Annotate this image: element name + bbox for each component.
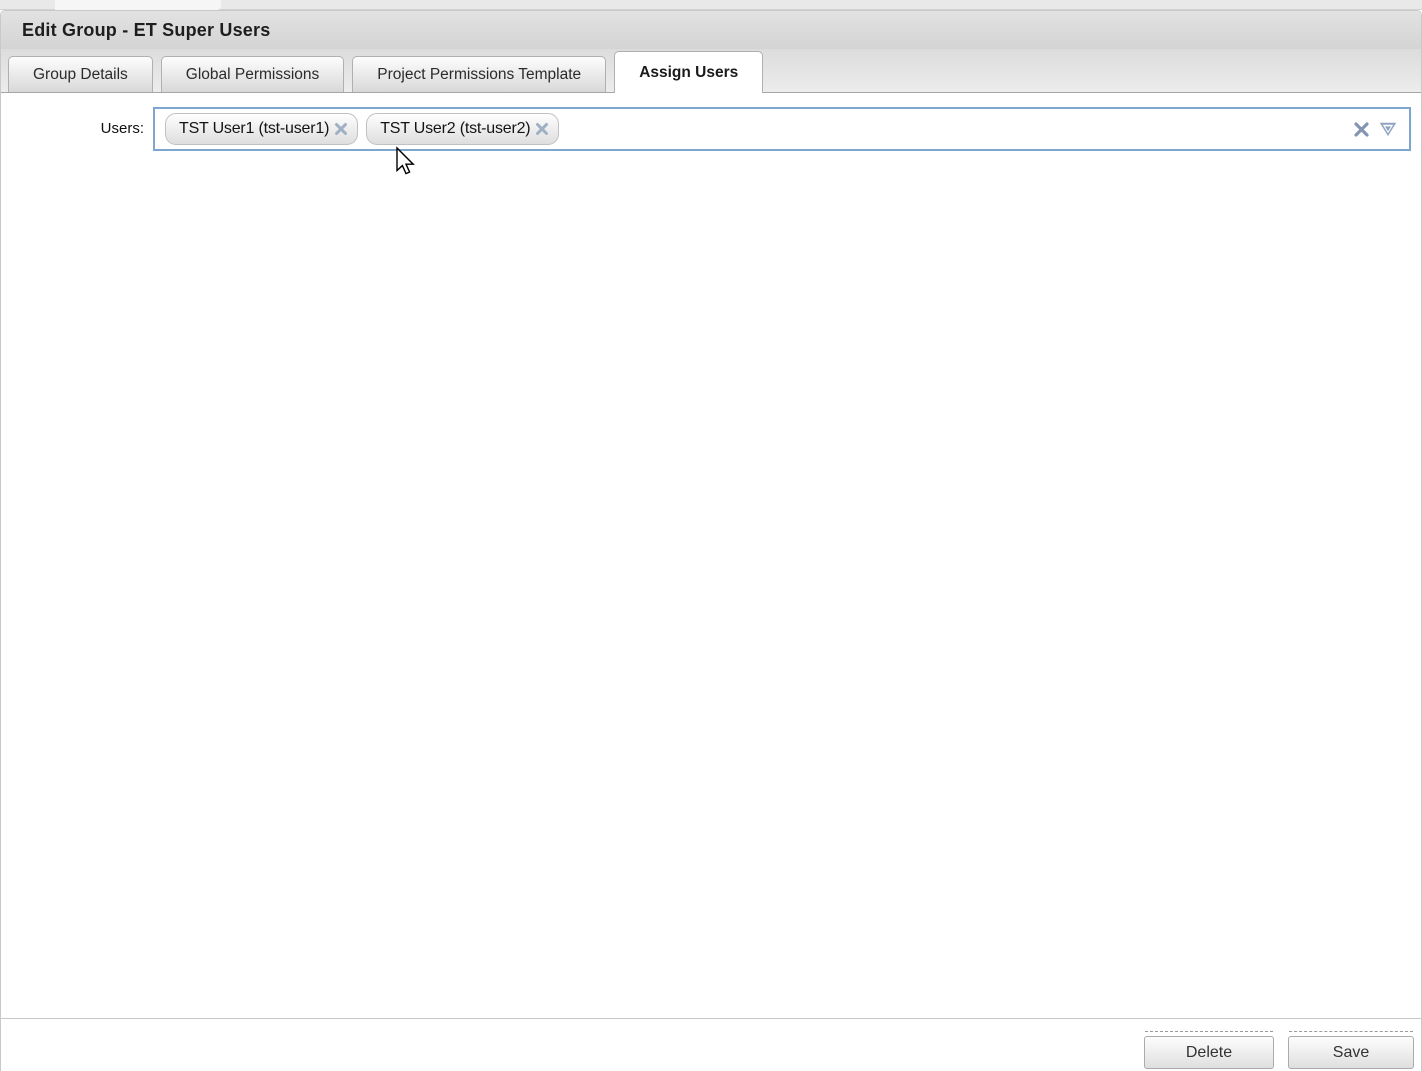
save-button[interactable]: Save <box>1288 1036 1414 1069</box>
dialog-footer-toolbar: Delete Save <box>1 1018 1421 1071</box>
delete-button-frame: Delete <box>1144 1036 1274 1069</box>
combo-text-input[interactable] <box>563 112 1353 146</box>
screen: Edit Group - ET Super Users Group Detail… <box>0 0 1422 1071</box>
tab-label: Project Permissions Template <box>377 66 581 84</box>
tab-global-permissions[interactable]: Global Permissions <box>161 56 345 92</box>
background-tab-fragment <box>55 0 221 10</box>
selected-user-tag: TST User1 (tst-user1) <box>165 113 358 145</box>
selected-user-tag: TST User2 (tst-user2) <box>366 113 559 145</box>
selected-user-tag-label: TST User1 (tst-user1) <box>179 120 329 138</box>
assign-users-panel: Users: TST User1 (tst-user1) TST User2 (… <box>1 93 1421 1018</box>
tag-remove-x-icon[interactable] <box>535 122 549 136</box>
delete-button[interactable]: Delete <box>1144 1036 1274 1069</box>
dialog-title: Edit Group - ET Super Users <box>22 20 270 41</box>
selected-user-tag-label: TST User2 (tst-user2) <box>380 120 530 138</box>
tab-label: Assign Users <box>639 64 738 82</box>
tab-bar: Group Details Global Permissions Project… <box>1 49 1421 93</box>
clear-x-icon[interactable] <box>1353 121 1370 138</box>
background-page-strip <box>0 0 1422 10</box>
dropdown-trigger-icon[interactable] <box>1379 122 1397 137</box>
tab-label: Group Details <box>33 66 128 84</box>
dialog-titlebar: Edit Group - ET Super Users <box>1 11 1421 49</box>
edit-group-dialog: Edit Group - ET Super Users Group Detail… <box>0 10 1422 1071</box>
tab-assign-users[interactable]: Assign Users <box>614 51 763 93</box>
users-field-label: Users: <box>1 107 144 137</box>
users-field-row: Users: TST User1 (tst-user1) TST User2 (… <box>1 93 1421 151</box>
tag-remove-x-icon[interactable] <box>334 122 348 136</box>
save-button-frame: Save <box>1288 1036 1414 1069</box>
tab-project-permissions-template[interactable]: Project Permissions Template <box>352 56 606 92</box>
tab-group-details[interactable]: Group Details <box>8 56 153 92</box>
tab-label: Global Permissions <box>186 66 320 84</box>
users-multiselect-combobox[interactable]: TST User1 (tst-user1) TST User2 (tst-use… <box>153 107 1411 151</box>
